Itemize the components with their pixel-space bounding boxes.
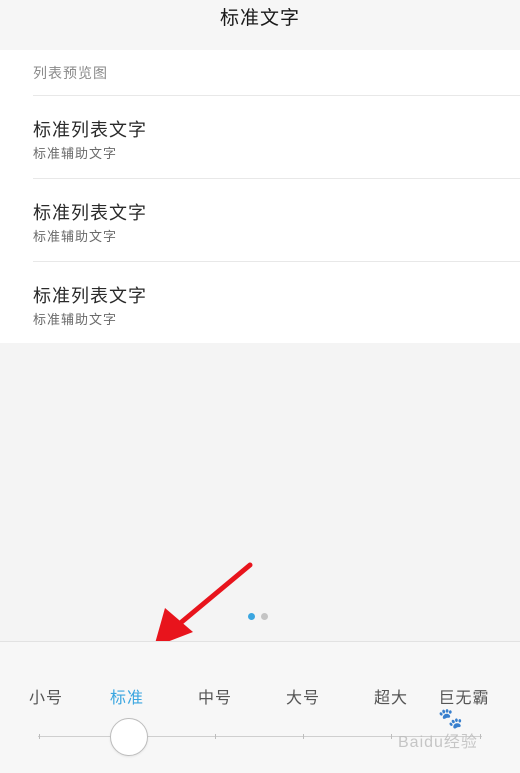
baidu-watermark: 🐾 Baidu经验 xyxy=(398,708,478,752)
size-option-extra-large[interactable]: 超大 xyxy=(374,684,408,708)
section-label: 列表预览图 xyxy=(33,66,108,82)
page-title: 标准文字 xyxy=(219,7,300,29)
slider-tick xyxy=(391,734,392,739)
page-dot[interactable] xyxy=(261,613,268,620)
size-slider-thumb[interactable] xyxy=(110,718,148,756)
font-size-settings-screen: 标准文字 列表预览图 标准列表文字 标准辅助文字 标准列表文字 标准辅助文字 标… xyxy=(0,0,520,773)
list-item-primary-text: 标准列表文字 xyxy=(33,203,147,224)
list-item: 标准列表文字 标准辅助文字 xyxy=(33,262,520,344)
list-item-primary-text: 标准列表文字 xyxy=(33,286,147,307)
size-option-medium[interactable]: 中号 xyxy=(198,684,232,708)
list-item-primary-text: 标准列表文字 xyxy=(33,120,147,141)
list-item-secondary-text: 标准辅助文字 xyxy=(33,313,118,328)
list-item-secondary-text: 标准辅助文字 xyxy=(33,230,118,245)
size-option-huge[interactable]: 巨无霸 xyxy=(438,684,489,708)
list-item: 标准列表文字 标准辅助文字 xyxy=(33,96,520,178)
slider-tick xyxy=(303,734,304,739)
list-item: 标准列表文字 标准辅助文字 xyxy=(33,179,520,261)
page-indicator xyxy=(248,613,268,620)
slider-tick xyxy=(215,734,216,739)
watermark-text: Baidu经验 xyxy=(398,734,478,751)
slider-tick xyxy=(480,734,481,739)
header: 标准文字 xyxy=(0,0,520,50)
size-option-standard[interactable]: 标准 xyxy=(110,684,144,708)
page-dot-active[interactable] xyxy=(248,613,255,620)
slider-tick xyxy=(39,734,40,739)
paw-icon: 🐾 xyxy=(438,708,464,730)
font-size-selector: 小号 标准 中号 大号 超大 巨无霸 🐾 Baidu经验 xyxy=(0,641,520,773)
size-option-small[interactable]: 小号 xyxy=(29,684,63,708)
size-option-large[interactable]: 大号 xyxy=(286,684,320,708)
list-preview-card: 列表预览图 标准列表文字 标准辅助文字 标准列表文字 标准辅助文字 标准列表文字… xyxy=(0,50,520,343)
list-item-secondary-text: 标准辅助文字 xyxy=(33,147,118,162)
